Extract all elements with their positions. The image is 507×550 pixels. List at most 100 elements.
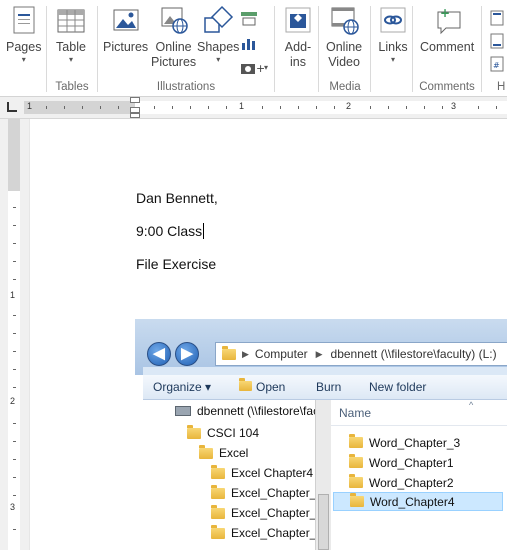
online-pictures-label-1: Online [155,40,192,54]
page-number-icon: # [490,56,504,72]
breadcrumb-chevron-icon: ▶ [242,348,249,359]
ruler-number: 3 [10,502,16,512]
chevron-down-icon: ▾ [216,55,221,64]
pictures-button[interactable]: Pictures [103,4,148,55]
doc-line-name[interactable]: Dan Bennett, [136,190,218,206]
divider [412,6,413,92]
first-line-indent-marker[interactable] [130,97,140,103]
group-label-header-footer: H [497,81,506,93]
links-button[interactable]: Links ▾ [377,4,409,65]
online-video-label-1: Online [326,40,363,54]
name-column-header: Name [339,406,372,420]
network-drive-icon [175,406,191,416]
online-video-label-2: Video [328,55,360,69]
folder-icon [211,524,225,539]
folder-icon [222,345,236,360]
chevron-down-icon: ▾ [68,55,73,64]
addins-button[interactable]: Add- ins [282,4,314,70]
shapes-button[interactable]: Shapes ▾ [197,4,239,65]
addins-label-2: ins [290,55,306,69]
tree-item: Excel_Chapter_06 [211,504,330,520]
tree-item: CSCI 104 [187,424,259,440]
divider [274,6,275,92]
comment-icon: + [431,4,463,36]
online-video-button[interactable]: Online Video [326,4,362,70]
chevron-down-icon: ▾ [21,55,26,64]
table-label: Table [56,40,86,54]
shapes-icon [202,4,234,36]
new-folder-button: New folder [369,380,427,394]
ruler-number: 2 [10,396,16,406]
comment-button[interactable]: + Comment [420,4,474,55]
ruler-text-area [8,191,20,550]
chart-icon [242,39,255,50]
pages-button[interactable]: Pages ▾ [6,4,41,65]
chart-button[interactable] [240,35,258,51]
ruler-margin [8,119,20,191]
header-icon [490,10,504,26]
pages-label: Pages [6,40,42,54]
burn-button: Burn [316,380,342,394]
ruler-number: 1 [239,101,245,111]
doc-line-class[interactable]: 9:00 Class [136,223,205,239]
folder-icon [211,504,225,519]
tab-selector-icon[interactable] [7,102,17,112]
tree-item: dbennett (\\filestore\fac [175,404,319,418]
chevron-down-icon: ▾ [390,55,395,64]
horizontal-ruler[interactable]: 1 1 2 3 [0,97,507,119]
smartart-button[interactable] [240,10,258,26]
left-indent-marker[interactable] [130,113,140,118]
doc-line-class-text: 9:00 Class [136,223,203,239]
link-icon [377,4,409,36]
screenshot-button[interactable]: + ▾ [240,60,268,76]
camera-icon: + [241,62,264,75]
online-video-icon [328,4,360,36]
file-row: Word_Chapter_3 [333,433,503,452]
folder-icon [211,464,225,479]
chevron-down-icon: ▾ [264,63,269,72]
ruler-number: 1 [10,290,16,300]
divider [318,6,319,92]
doc-line-exercise[interactable]: File Exercise [136,256,216,272]
divider [370,6,371,92]
open-button: Open [239,378,285,394]
table-icon [55,4,87,36]
header-button[interactable] [490,10,504,26]
folder-icon [349,434,363,448]
file-row-selected: Word_Chapter4 [333,492,503,511]
document-page[interactable]: Dan Bennett, 9:00 Class File Exercise ◀ … [30,119,507,550]
organize-button: Organize ▾ [153,380,212,394]
group-label-media: Media [329,81,361,93]
divider [97,6,98,92]
folder-icon [199,444,213,459]
ruler-number: 1 [27,101,33,111]
divider [46,6,47,92]
page-number-button[interactable]: # [490,56,504,72]
svg-text:#: # [493,61,500,70]
file-list-pane: Name ^ Word_Chapter_3 Word_Chapter1 Word… [331,400,507,550]
ruler-number: 3 [451,101,457,111]
folder-icon [349,474,363,488]
svg-text:+: + [256,62,264,75]
tree-item: Excel_Chapter_05 [211,484,330,500]
divider [481,6,482,92]
shapes-label: Shapes [197,40,240,54]
explorer-toolbar: Organize ▾ Open Burn New folder [143,375,507,400]
ribbon: Pages ▾ Table ▾ Tables Pictures Online P… [0,0,507,97]
embedded-screenshot[interactable]: ◀ ▶ ▶ Computer ▶ dbennett (\\filestore\f… [135,319,507,550]
file-row: Word_Chapter1 [333,453,503,472]
vertical-ruler[interactable]: 1 2 3 [0,119,29,550]
footer-button[interactable] [490,33,504,49]
folder-icon [349,454,363,468]
breadcrumb-chevron-icon: ▶ [315,348,323,359]
tree-item: Excel [199,444,248,460]
group-label-comments: Comments [419,81,475,93]
online-pictures-label-2: Pictures [151,55,197,69]
sort-arrow-icon: ^ [469,400,474,410]
file-row: Word_Chapter2 [333,473,503,492]
ruler-number: 2 [346,101,352,111]
online-pictures-button[interactable]: Online Pictures [151,4,196,70]
online-pictures-icon [158,4,190,36]
back-arrow-icon: ◀ [147,342,171,366]
table-button[interactable]: Table ▾ [55,4,87,65]
